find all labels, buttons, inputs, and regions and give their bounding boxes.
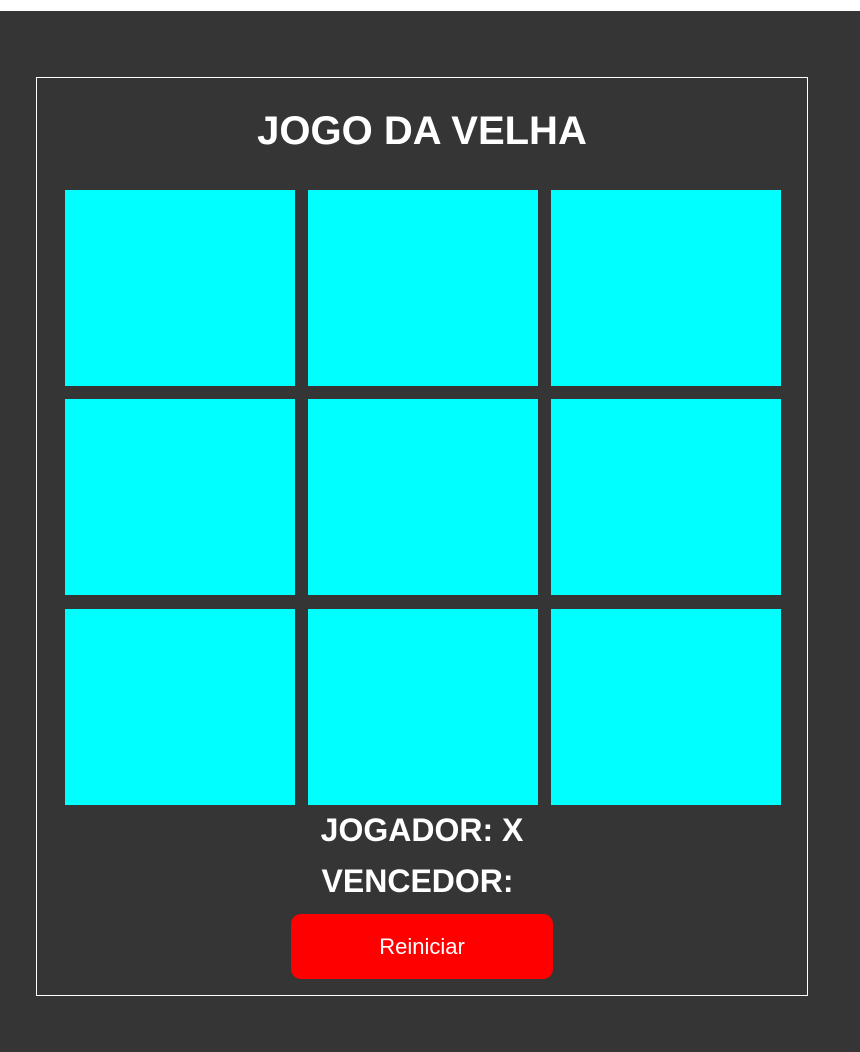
game-title: JOGO DA VELHA: [257, 109, 587, 153]
restart-button[interactable]: Reiniciar: [291, 914, 553, 979]
board-cell-7[interactable]: [65, 609, 295, 805]
board-cell-3[interactable]: [551, 190, 781, 386]
current-player-value: X: [502, 812, 524, 848]
game-panel: JOGO DA VELHA JOGADOR: X VENCEDOR: Reini…: [36, 77, 808, 996]
board-cell-4[interactable]: [65, 399, 295, 595]
board-cell-8[interactable]: [308, 609, 538, 805]
current-player-status: JOGADOR: X: [37, 812, 807, 848]
board-cell-1[interactable]: [65, 190, 295, 386]
game-board: [65, 190, 781, 805]
winner-status: VENCEDOR:: [37, 863, 807, 899]
board-cell-6[interactable]: [551, 399, 781, 595]
board-cell-5[interactable]: [308, 399, 538, 595]
board-cell-2[interactable]: [308, 190, 538, 386]
winner-label: VENCEDOR:: [321, 863, 514, 899]
page-background: JOGO DA VELHA JOGADOR: X VENCEDOR: Reini…: [0, 11, 860, 1052]
current-player-label: JOGADOR:: [320, 812, 494, 848]
board-cell-9[interactable]: [551, 609, 781, 805]
